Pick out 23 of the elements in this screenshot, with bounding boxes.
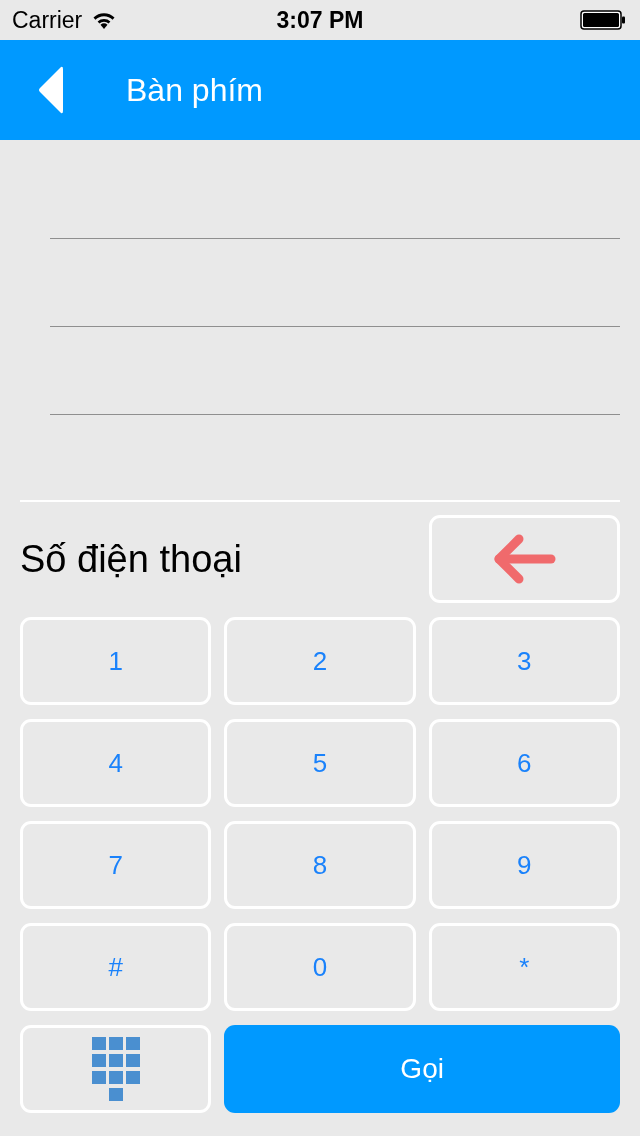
wifi-icon (92, 11, 117, 29)
keypad-icon (91, 1037, 140, 1101)
carrier-label: Carrier (12, 6, 83, 34)
back-icon[interactable] (38, 65, 63, 115)
keypad-button[interactable] (20, 1025, 212, 1113)
keypad-key[interactable]: 5 (224, 719, 416, 807)
keypad-key[interactable]: 1 (20, 617, 212, 705)
battery-icon (580, 10, 626, 30)
keypad-key[interactable]: 7 (20, 821, 212, 909)
keypad-key[interactable]: 2 (224, 617, 416, 705)
call-button[interactable]: Gọi (224, 1025, 620, 1113)
keypad-key[interactable]: * (428, 923, 620, 1011)
keypad-key[interactable]: # (20, 923, 212, 1011)
keypad-key[interactable]: 6 (428, 719, 620, 807)
status-time: 3:07 PM (276, 6, 364, 34)
phone-number-label: Số điện thoại (20, 537, 242, 581)
keypad-key[interactable]: 8 (224, 821, 416, 909)
keypad-key[interactable]: 4 (20, 719, 212, 807)
keypad-key[interactable]: 0 (224, 923, 416, 1011)
keypad-key[interactable]: 3 (428, 617, 620, 705)
nav-title: Bàn phím (126, 71, 263, 109)
keypad-key[interactable]: 9 (428, 821, 620, 909)
backspace-button[interactable] (428, 515, 620, 603)
